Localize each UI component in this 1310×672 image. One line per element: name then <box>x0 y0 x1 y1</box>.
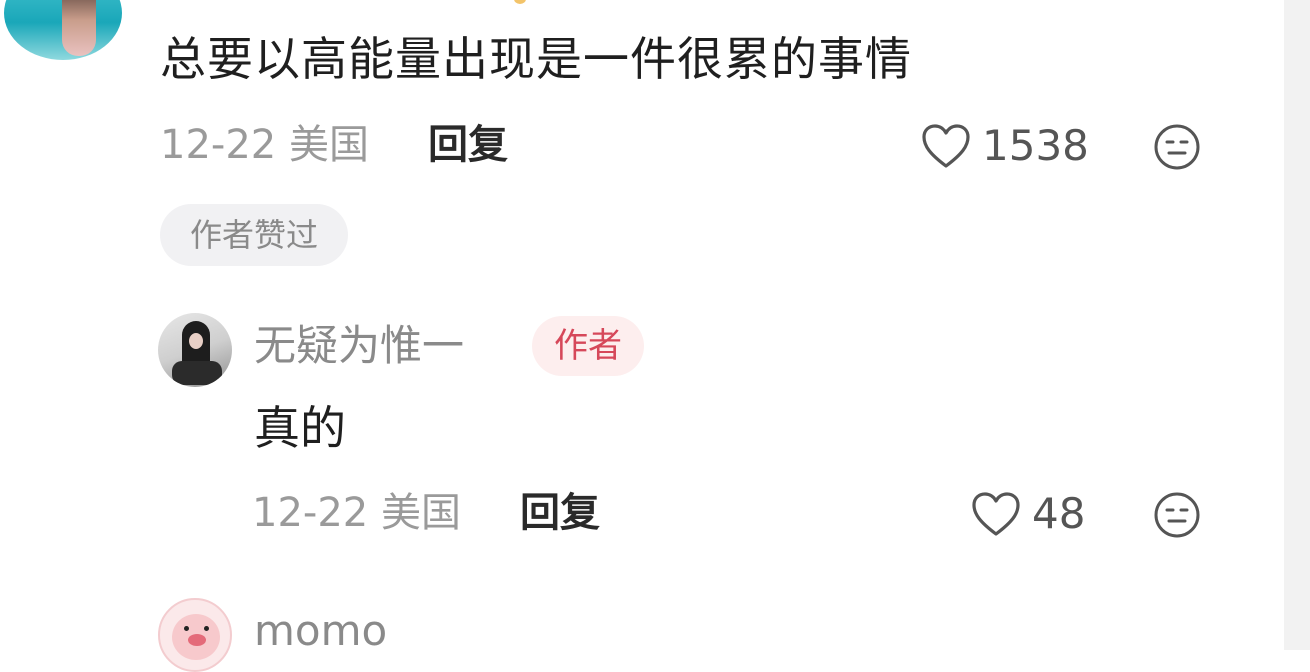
avatar-face <box>189 333 203 349</box>
comment-date: 12-22 <box>160 122 277 168</box>
comment-reply-button[interactable]: 回复 <box>428 125 508 165</box>
reply-like-button[interactable]: 48 <box>970 490 1085 538</box>
heart-outline-icon <box>972 492 1020 536</box>
author-badge: 作者 <box>532 316 644 376</box>
comment-meta: 12-22 美国 <box>160 125 369 165</box>
commenter-avatar[interactable] <box>4 0 122 60</box>
neutral-face-icon[interactable] <box>1152 490 1202 540</box>
top-indicator <box>514 0 526 4</box>
comment-location: 美国 <box>288 122 369 168</box>
comment-like-count: 1538 <box>982 121 1089 170</box>
reply-username[interactable]: 无疑为惟一 <box>254 325 464 367</box>
author-liked-tag: 作者赞过 <box>160 204 348 266</box>
pig-eye <box>204 626 209 631</box>
avatar-body <box>172 361 222 385</box>
avatar-figure <box>62 0 96 56</box>
reply-date: 12-22 <box>252 490 369 536</box>
author-avatar[interactable] <box>158 313 232 387</box>
reply-reply-button[interactable]: 回复 <box>520 493 600 533</box>
heart-outline-icon <box>922 124 970 168</box>
comment-text: 总要以高能量出现是一件很累的事情 <box>160 32 912 86</box>
next-comment-username[interactable]: momo <box>254 610 387 652</box>
reply-location: 美国 <box>380 490 461 536</box>
pig-eye <box>184 626 189 631</box>
neutral-face-icon[interactable] <box>1152 122 1202 172</box>
comment-like-button[interactable]: 1538 <box>920 122 1089 170</box>
pig-nose <box>188 634 206 646</box>
reply-text: 真的 <box>254 401 346 455</box>
page-edge <box>1284 0 1310 650</box>
reply-meta: 12-22 美国 <box>252 493 461 533</box>
momo-avatar[interactable] <box>158 598 232 672</box>
reply-like-count: 48 <box>1032 489 1086 538</box>
